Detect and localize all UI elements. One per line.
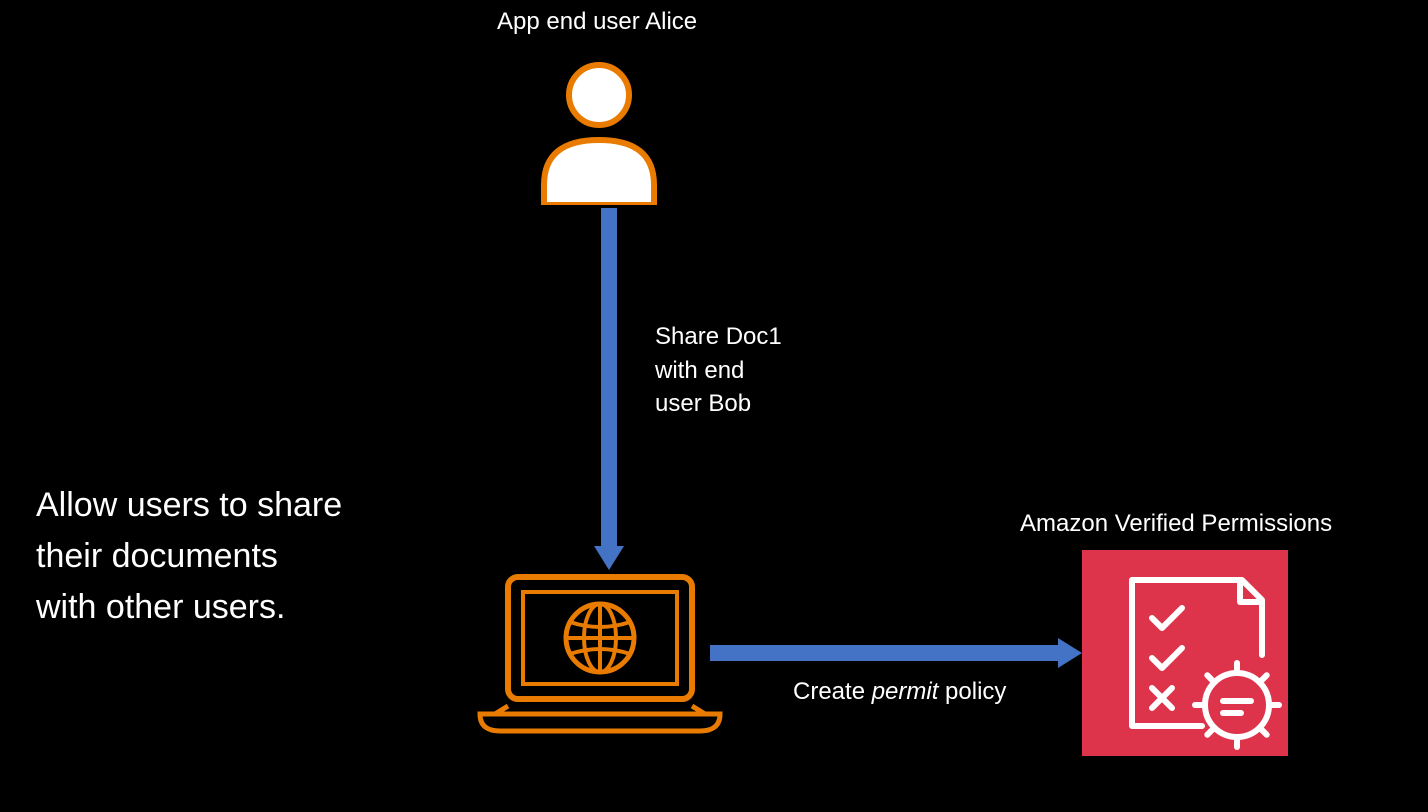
create-prefix: Create bbox=[793, 678, 872, 705]
arrow-down-label: Share Doc1 with end user Bob Share Doc1w… bbox=[655, 320, 782, 421]
policy-suffix: policy bbox=[938, 678, 1006, 705]
user-label: App end user Alice bbox=[497, 8, 697, 36]
arrow-right-label: Create permit policy bbox=[793, 678, 1006, 706]
laptop-globe-icon bbox=[475, 574, 725, 739]
main-description: Allow users to sharetheir documentswith … bbox=[36, 480, 342, 633]
arrow-down bbox=[594, 208, 624, 575]
permit-word: permit bbox=[872, 678, 939, 705]
arrow-right bbox=[710, 638, 1082, 673]
user-icon bbox=[524, 55, 674, 210]
avp-label: Amazon Verified Permissions bbox=[1020, 510, 1332, 538]
avp-service-icon bbox=[1082, 550, 1288, 761]
